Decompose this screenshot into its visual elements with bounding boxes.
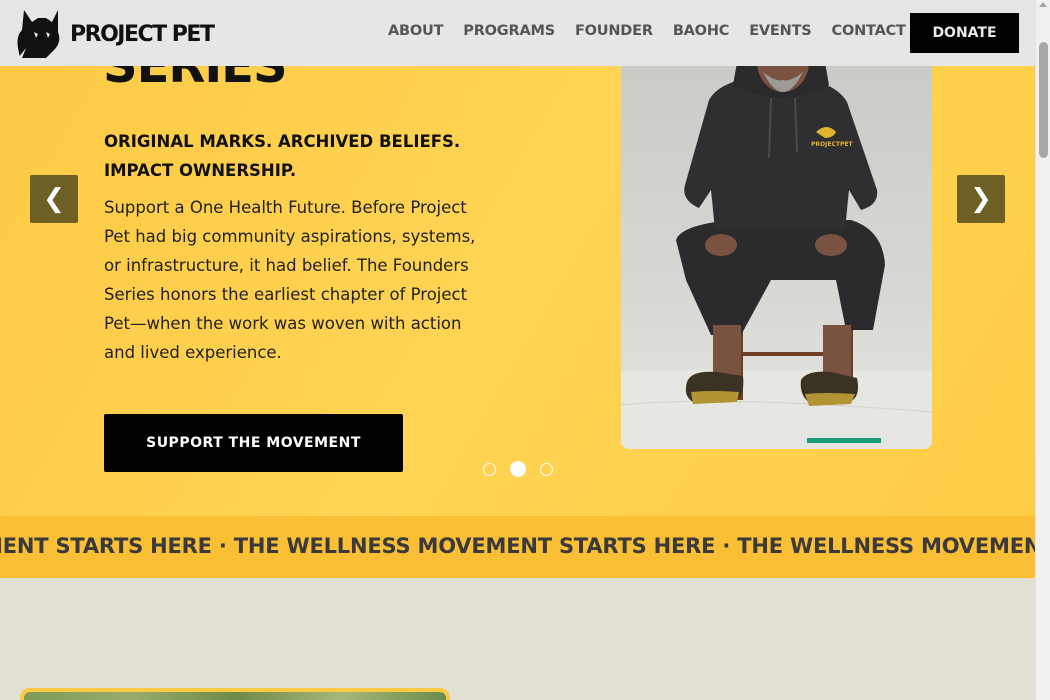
carousel-dot-3[interactable] (540, 462, 553, 476)
logo-dog-icon (17, 10, 60, 58)
hero-subtitle: ORIGINAL MARKS. ARCHIVED BELIEFS. IMPACT… (104, 132, 461, 180)
founder-seated-photo: PROJECTPET (621, 40, 932, 449)
next-section (0, 578, 1035, 700)
nav-item-events[interactable]: EVENTS (749, 23, 812, 39)
hero-photo-founder: PROJECTPET (621, 40, 932, 449)
site-header: PROJECT PET ABOUT PROGRAMS FOUNDER BAOHC… (0, 0, 1035, 66)
carousel-dot-2[interactable] (510, 461, 526, 477)
carousel-dot-1[interactable] (483, 462, 496, 476)
page-scrollbar[interactable] (1035, 0, 1050, 700)
program-card-image[interactable] (20, 688, 450, 700)
nav-item-contact[interactable]: CONTACT (832, 23, 906, 39)
carousel-prev-button[interactable]: ❮ (30, 175, 78, 223)
scroll-up-icon[interactable] (1039, 2, 1047, 7)
donate-button[interactable]: DONATE (910, 13, 1019, 53)
scrollbar-thumb[interactable] (1039, 42, 1048, 158)
carousel-dots (483, 461, 553, 477)
marquee-text: MENT STARTS HERE · THE WELLNESS MOVEMENT… (0, 534, 1035, 558)
carousel-next-button[interactable]: ❯ (957, 175, 1005, 223)
wellness-marquee: MENT STARTS HERE · THE WELLNESS MOVEMENT… (0, 516, 1035, 578)
site-logo[interactable]: PROJECT PET (16, 8, 215, 58)
chevron-left-icon: ❮ (43, 184, 65, 214)
hoodie-logo-text: PROJECTPET (811, 141, 853, 148)
nav-item-programs[interactable]: PROGRAMS (463, 23, 555, 39)
nav-item-founder[interactable]: FOUNDER (575, 23, 653, 39)
chevron-right-icon: ❯ (970, 184, 992, 214)
nav-item-baohc[interactable]: BAOHC (673, 23, 730, 39)
hero-body-text: Support a One Health Future. Before Proj… (104, 198, 476, 362)
hero-carousel: SERIES ORIGINAL MARKS. ARCHIVED BELIEFS.… (0, 0, 1035, 516)
nav-item-about[interactable]: ABOUT (388, 23, 443, 39)
main-nav: ABOUT PROGRAMS FOUNDER BAOHC EVENTS CONT… (388, 23, 926, 39)
support-movement-button[interactable]: SUPPORT THE MOVEMENT (104, 414, 403, 472)
logo-text: PROJECT PET (70, 21, 215, 47)
